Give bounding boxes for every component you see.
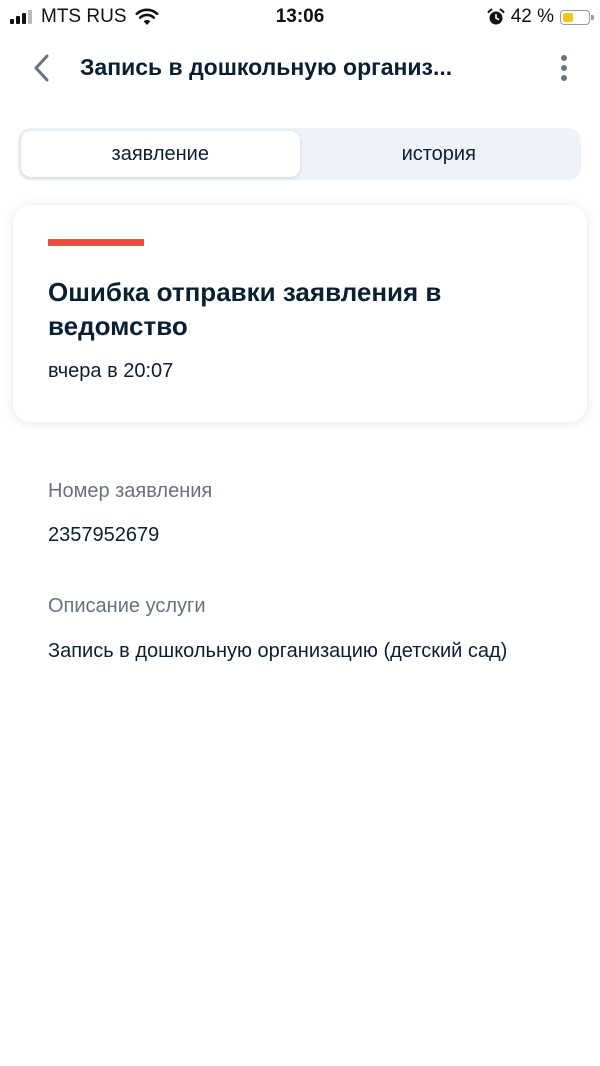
app-header: Запись в дошкольную организ...	[0, 40, 600, 96]
application-number-value: 2357952679	[48, 524, 160, 546]
battery-percent: 42 %	[510, 6, 554, 27]
chevron-left-icon	[34, 54, 49, 82]
tab-application[interactable]: заявление	[21, 131, 300, 177]
segmented-tabs: заявление история	[18, 128, 581, 180]
more-options-button[interactable]	[552, 50, 576, 86]
page-title: Запись в дошкольную организ...	[80, 54, 453, 80]
service-description-label: Описание услуги	[48, 595, 206, 617]
alarm-icon	[487, 8, 505, 25]
status-error-stripe	[48, 239, 144, 246]
application-number-label: Номер заявления	[48, 480, 213, 502]
more-vertical-icon	[561, 55, 567, 61]
service-description-value: Запись в дошкольную организацию (детский…	[48, 640, 508, 662]
tab-history[interactable]: история	[300, 131, 579, 177]
status-bar: MTS RUS 13:06 42 %	[0, 0, 600, 34]
status-card: Ошибка отправки заявления в ведомство вч…	[13, 205, 587, 422]
status-bar-right: 42 %	[487, 6, 594, 28]
status-timestamp: вчера в 20:07	[48, 360, 174, 382]
back-button[interactable]	[22, 48, 62, 88]
status-title: Ошибка отправки заявления в ведомство	[48, 277, 442, 341]
battery-icon	[560, 9, 594, 25]
